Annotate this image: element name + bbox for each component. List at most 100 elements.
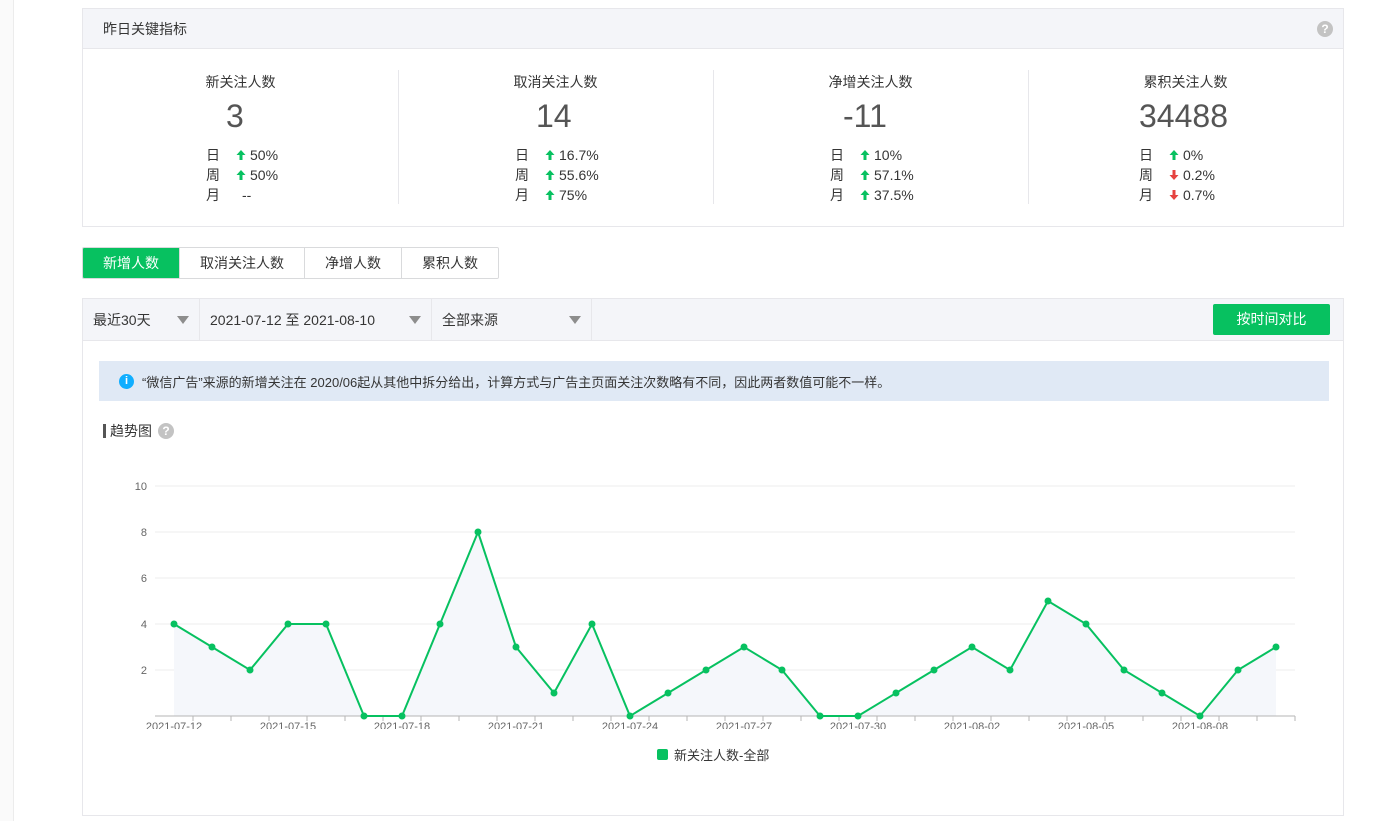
data-point — [436, 620, 444, 628]
kpi-title: 取消关注人数 — [513, 74, 598, 90]
tab-3[interactable]: 累积人数 — [401, 248, 498, 278]
kpi-change-row: 日 16.7% — [515, 145, 599, 165]
date-range-picker[interactable]: 2021-07-12 至 2021-08-10 — [200, 299, 432, 340]
source-select[interactable]: 全部来源 — [432, 299, 592, 340]
question-circle-icon[interactable]: ? — [158, 423, 174, 439]
legend-label: 新关注人数-全部 — [674, 748, 770, 763]
period-label: 月 — [1139, 187, 1153, 203]
data-point — [702, 666, 710, 674]
range-select[interactable]: 最近30天 — [83, 299, 200, 340]
data-point — [1272, 643, 1280, 651]
period-label: 日 — [830, 147, 844, 163]
arrow-up-icon — [236, 149, 246, 161]
change-value: 75% — [559, 187, 588, 203]
x-tick-label: 2021-08-05 — [1058, 721, 1114, 729]
period-label: 周 — [830, 167, 844, 183]
trend-section-title: 趋势图 ? — [103, 421, 174, 441]
kpi-title: 新关注人数 — [205, 74, 276, 90]
data-point — [284, 620, 292, 628]
kpi-card: 新关注人数 3 日 50% 周 50% 月 -- — [83, 70, 398, 204]
date-range-value: 2021-07-12 至 2021-08-10 — [210, 311, 376, 328]
data-point — [1082, 620, 1090, 628]
data-point — [246, 666, 254, 674]
arrow-up-icon — [545, 189, 555, 201]
arrow-up-icon — [1169, 149, 1179, 161]
data-point — [968, 643, 976, 651]
kpi-change-row: 月 0.7% — [1139, 185, 1215, 205]
period-label: 月 — [830, 187, 844, 203]
period-label: 日 — [515, 147, 529, 163]
kpi-value: -11 — [843, 98, 887, 134]
kpi-change-row: 日 50% — [206, 145, 278, 165]
tab-1[interactable]: 取消关注人数 — [179, 248, 304, 278]
compare-by-time-button[interactable]: 按时间对比 — [1213, 304, 1330, 335]
key-metrics-panel: 昨日关键指标 ? 新关注人数 3 日 50% 周 50% 月 -- 取消关注人数 14 日 16.7%… — [82, 8, 1344, 227]
change-value: 57.1% — [874, 167, 914, 183]
period-label: 周 — [206, 167, 220, 183]
change-value: 50% — [250, 147, 279, 163]
data-point — [816, 712, 824, 720]
trend-title-text: 趋势图 — [110, 423, 152, 439]
left-rail — [0, 0, 14, 821]
change-value: 16.7% — [559, 147, 599, 163]
x-tick-label: 2021-08-02 — [944, 721, 1000, 729]
change-value: 0.7% — [1183, 187, 1215, 203]
data-point — [170, 620, 178, 628]
data-point — [664, 689, 672, 697]
question-circle-icon[interactable]: ? — [1317, 21, 1333, 37]
kpi-change-row: 周 55.6% — [515, 165, 599, 185]
caret-down-icon — [177, 315, 189, 324]
data-point — [1006, 666, 1014, 674]
data-point — [512, 643, 520, 651]
kpi-change-rows: 日 0% 周 0.2% 月 0.7% — [1139, 145, 1215, 205]
arrow-down-icon — [1169, 189, 1179, 201]
range-select-value: 最近30天 — [93, 311, 151, 328]
change-value: 37.5% — [874, 187, 914, 203]
data-point — [208, 643, 216, 651]
period-label: 月 — [206, 187, 220, 203]
x-tick-label: 2021-07-18 — [374, 721, 430, 729]
arrow-up-icon — [860, 189, 870, 201]
data-point — [360, 712, 368, 720]
data-point — [626, 712, 634, 720]
period-label: 周 — [515, 167, 529, 183]
y-tick-label: 4 — [141, 619, 147, 631]
period-label: 日 — [1139, 147, 1153, 163]
chart-legend[interactable]: 新关注人数-全部 — [657, 745, 769, 764]
kpi-value: 14 — [536, 98, 572, 134]
arrow-up-icon — [860, 169, 870, 181]
x-tick-label: 2021-07-27 — [716, 721, 772, 729]
x-tick-label: 2021-08-08 — [1172, 721, 1228, 729]
data-point — [588, 620, 596, 628]
kpi-change-row: 日 10% — [830, 145, 914, 165]
x-tick-label: 2021-07-30 — [830, 721, 886, 729]
change-value: 55.6% — [559, 167, 599, 183]
data-point — [1044, 597, 1052, 605]
data-point — [1196, 712, 1204, 720]
x-tick-label: 2021-07-15 — [260, 721, 316, 729]
metric-tabs: 新增人数 取消关注人数 净增人数 累积人数 — [82, 247, 499, 279]
tab-0[interactable]: 新增人数 — [83, 248, 179, 278]
x-tick-label: 2021-07-24 — [602, 721, 658, 729]
arrow-up-icon — [236, 169, 246, 181]
kpi-title: 净增关注人数 — [828, 74, 913, 90]
arrow-up-icon — [860, 149, 870, 161]
kpi-change-row: 周 57.1% — [830, 165, 914, 185]
y-tick-label: 8 — [141, 527, 147, 539]
change-value: 10% — [874, 147, 903, 163]
change-value: 0% — [1183, 147, 1204, 163]
period-label: 周 — [1139, 167, 1153, 183]
kpi-change-row: 周 0.2% — [1139, 165, 1215, 185]
arrow-down-icon — [1169, 169, 1179, 181]
trend-chart: 2 4 6 8 10 2021-07-12 2021-07-15 2021-07-18 2021… — [135, 481, 1296, 729]
data-point — [778, 666, 786, 674]
trend-panel: 最近30天 2021-07-12 至 2021-08-10 全部来源 按时间对比… — [82, 298, 1344, 816]
kpi-value: 3 — [226, 98, 244, 134]
change-value: 0.2% — [1183, 167, 1215, 183]
kpi-change-row: 月 -- — [206, 185, 278, 205]
kpi-change-row: 日 0% — [1139, 145, 1215, 165]
data-point — [892, 689, 900, 697]
data-point — [930, 666, 938, 674]
filter-bar: 最近30天 2021-07-12 至 2021-08-10 全部来源 按时间对比 — [83, 299, 1343, 341]
tab-2[interactable]: 净增人数 — [304, 248, 401, 278]
